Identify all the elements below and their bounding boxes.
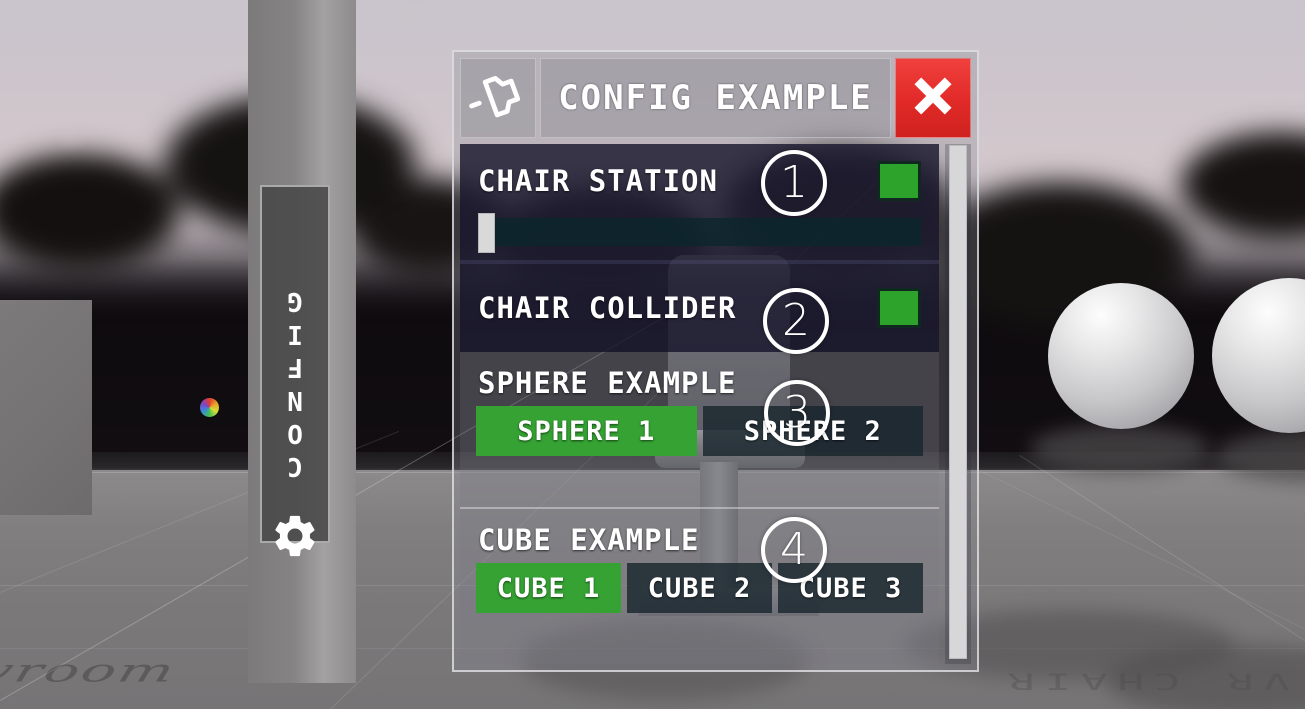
- panel-titlebar: CONFIG EXAMPLE: [460, 58, 971, 138]
- option-cube-1[interactable]: CUBE 1: [476, 563, 621, 613]
- slider-handle[interactable]: [478, 213, 495, 253]
- group-label-cube-text: CUBE EXAMPLE: [478, 523, 700, 557]
- row-chair-collider[interactable]: CHAIR COLLIDER: [460, 264, 939, 352]
- section-cube-example: CUBE EXAMPLE CUBE 1 CUBE 2 CUBE 3: [460, 507, 939, 664]
- pin-button[interactable]: [460, 58, 536, 138]
- option-row-cube: CUBE 1 CUBE 2 CUBE 3: [460, 559, 939, 629]
- scene-cube-left: [0, 300, 92, 515]
- page-title: CONFIG EXAMPLE: [558, 78, 873, 118]
- vertical-scrollbar[interactable]: [945, 144, 971, 664]
- sky-glow: [60, 130, 82, 146]
- scrollbar-thumb[interactable]: [949, 145, 967, 659]
- config-panel: CONFIG EXAMPLE CHAIR STATION CHAIR COLLI…: [452, 50, 979, 672]
- toggle-chair-station[interactable]: [877, 161, 921, 201]
- option-sphere-1[interactable]: SPHERE 1: [476, 406, 697, 456]
- group-label-cube: CUBE EXAMPLE: [460, 509, 939, 559]
- panel-body: CHAIR STATION CHAIR COLLIDER SPHERE EXAM…: [460, 144, 971, 664]
- row-label-chair-collider: CHAIR COLLIDER: [478, 291, 737, 325]
- slider-chair-station-wrap: [460, 213, 939, 260]
- row-label-chair-station: CHAIR STATION: [478, 164, 718, 198]
- sphere-shadow: [1030, 425, 1210, 473]
- group-label-sphere-text: SPHERE EXAMPLE: [478, 366, 737, 400]
- option-cube-2[interactable]: CUBE 2: [627, 563, 772, 613]
- section-chair-collider: CHAIR COLLIDER: [460, 264, 939, 352]
- section-sphere-example: SPHERE EXAMPLE SPHERE 1 SPHERE 2: [460, 352, 939, 507]
- config-sidebar-tab[interactable]: CONFIG: [260, 185, 330, 557]
- group-label-sphere: SPHERE EXAMPLE: [460, 352, 939, 402]
- gear-icon[interactable]: [270, 511, 320, 565]
- close-button[interactable]: [895, 58, 971, 138]
- color-wheel-marker: [200, 398, 219, 417]
- scene-sphere-1: [1048, 283, 1194, 429]
- sky-glow: [1190, 18, 1206, 30]
- panel-scroll-content: CHAIR STATION CHAIR COLLIDER SPHERE EXAM…: [460, 144, 939, 664]
- option-row-sphere: SPHERE 1 SPHERE 2: [460, 402, 939, 472]
- slider-chair-station[interactable]: [478, 213, 921, 253]
- panel-title-box: CONFIG EXAMPLE: [540, 58, 891, 138]
- toggle-chair-collider[interactable]: [877, 288, 921, 328]
- option-sphere-2[interactable]: SPHERE 2: [702, 406, 923, 456]
- pin-icon: [469, 69, 525, 127]
- sky-glow: [405, 5, 419, 19]
- sidebar-label: CONFIG: [280, 283, 310, 481]
- row-chair-station[interactable]: CHAIR STATION: [460, 144, 939, 218]
- section-chair-station: CHAIR STATION: [460, 144, 939, 260]
- close-x-icon: [907, 70, 959, 126]
- option-cube-3[interactable]: CUBE 3: [778, 563, 923, 613]
